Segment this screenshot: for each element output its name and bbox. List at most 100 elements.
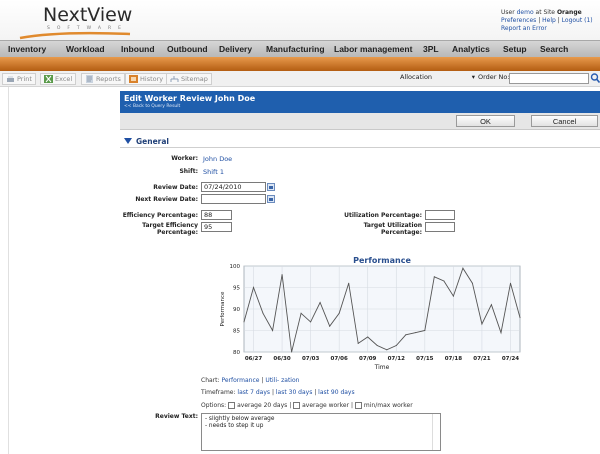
logo-subtitle: SOFTWARE xyxy=(47,26,128,31)
data-point xyxy=(424,330,426,331)
general-section-header[interactable]: General xyxy=(120,135,600,148)
chart-selector: Chart: Performance | Utili- zation xyxy=(201,377,300,384)
help-link[interactable]: Help xyxy=(542,17,556,24)
nav-inbound[interactable]: Inbound xyxy=(121,44,155,54)
shift-label: Shift: xyxy=(179,168,198,175)
timeframe-7-days-link[interactable]: last 7 days xyxy=(237,389,270,396)
average-20-days-checkbox[interactable] xyxy=(228,402,236,409)
review-date-input[interactable]: 07/24/2010 xyxy=(201,182,266,192)
worker-label: Worker: xyxy=(171,155,198,162)
x-tick-label: 07/06 xyxy=(331,356,348,362)
worker-value[interactable]: John Doe xyxy=(203,155,232,163)
nav-setup[interactable]: Setup xyxy=(503,44,527,54)
nav-workload[interactable]: Workload xyxy=(66,44,105,54)
min-max-worker-checkbox[interactable] xyxy=(354,402,362,409)
data-point xyxy=(281,274,283,276)
logo-text: NextView xyxy=(43,4,133,26)
y-tick-label: 95 xyxy=(233,286,240,292)
data-point xyxy=(490,304,492,306)
data-point xyxy=(310,321,312,323)
nextview-logo: NextView SOFTWARE xyxy=(18,4,138,40)
target-efficiency-label: Target Efficiency Percentage: xyxy=(142,222,198,236)
main-nav: Inventory Workload Inbound Outbound Deli… xyxy=(0,40,600,57)
x-tick-label: 07/03 xyxy=(302,356,319,362)
target-utilization-input[interactable] xyxy=(425,222,455,232)
calendar-icon[interactable] xyxy=(267,183,275,191)
user-name-link[interactable]: demo xyxy=(517,9,534,16)
data-point xyxy=(405,334,407,336)
data-point xyxy=(471,282,473,284)
collapse-triangle-icon xyxy=(124,138,132,144)
panel-header: Edit Worker Review John Doe << Back to Q… xyxy=(120,91,600,113)
data-point xyxy=(319,302,321,304)
back-to-query-link[interactable]: << Back to Query Result xyxy=(124,104,596,109)
data-point xyxy=(509,282,511,284)
timeframe-30-days-link[interactable]: last 30 days xyxy=(276,389,312,396)
data-point xyxy=(338,312,340,314)
x-axis-label: Time xyxy=(374,364,390,371)
timeframe-90-days-link[interactable]: last 90 days xyxy=(318,389,354,396)
target-efficiency-input[interactable]: 95 xyxy=(201,222,232,232)
efficiency-input[interactable]: 88 xyxy=(201,210,232,220)
left-divider xyxy=(8,87,9,454)
data-point xyxy=(452,295,454,297)
data-point xyxy=(386,349,388,351)
reports-button[interactable]: Reports xyxy=(81,73,125,85)
data-point xyxy=(367,336,369,338)
nav-manufacturing[interactable]: Manufacturing xyxy=(266,44,325,54)
timeframe-selector: Timeframe: last 7 days | last 30 days | … xyxy=(201,389,355,396)
data-point xyxy=(376,345,378,347)
print-button[interactable]: Print xyxy=(2,73,36,85)
nav-labor-management[interactable]: Labor management xyxy=(334,44,412,54)
x-tick-label: 07/24 xyxy=(502,356,519,362)
nav-3pl[interactable]: 3PL xyxy=(423,44,439,54)
next-review-date-input[interactable] xyxy=(201,194,266,204)
shift-value[interactable]: Shift 1 xyxy=(203,168,224,176)
report-error-link[interactable]: Report an Error xyxy=(501,25,547,32)
excel-button[interactable]: Excel xyxy=(40,73,77,85)
calendar-icon[interactable] xyxy=(267,195,275,203)
history-button[interactable]: History xyxy=(125,73,168,85)
nav-analytics[interactable]: Analytics xyxy=(452,44,490,54)
performance-chart: 100 95 90 85 80 06/27 06/30 07/03 07/06 07/09 07/1… xyxy=(200,252,535,372)
preferences-link[interactable]: Preferences xyxy=(501,17,536,24)
review-text-area[interactable]: - slightly below average - needs to step… xyxy=(201,413,441,451)
review-date-label: Review Date: xyxy=(153,184,198,191)
user-info: User demo at Site Orange xyxy=(501,9,582,16)
allocation-select[interactable]: Allocation ▾ xyxy=(400,73,475,84)
data-point xyxy=(329,325,331,327)
excel-icon xyxy=(44,75,53,83)
chart-performance-link[interactable]: Performance xyxy=(221,377,259,384)
app-header: NextView SOFTWARE User demo at Site Oran… xyxy=(0,0,600,40)
nav-outbound[interactable]: Outbound xyxy=(167,44,208,54)
x-tick-label: 07/15 xyxy=(416,356,433,362)
logout-link[interactable]: Logout (1) xyxy=(562,17,593,24)
data-point xyxy=(253,287,255,288)
cancel-button[interactable]: Cancel xyxy=(531,115,598,127)
nav-inventory[interactable]: Inventory xyxy=(8,44,46,54)
utilization-input[interactable] xyxy=(425,210,455,220)
site-name: Orange xyxy=(556,9,582,16)
scrollbar[interactable] xyxy=(432,414,440,450)
data-point xyxy=(243,321,245,323)
data-point xyxy=(262,312,264,314)
user-links: User demo at Site Orange Preferences | H… xyxy=(501,9,593,32)
chart-title: Performance xyxy=(353,256,411,265)
data-point xyxy=(300,312,302,314)
order-no-input[interactable] xyxy=(509,73,589,84)
average-worker-checkbox[interactable] xyxy=(293,402,301,409)
ok-button[interactable]: OK xyxy=(456,115,515,127)
nav-search[interactable]: Search xyxy=(540,44,568,54)
sitemap-button[interactable]: Sitemap xyxy=(166,73,212,85)
history-icon xyxy=(129,75,138,83)
nav-delivery[interactable]: Delivery xyxy=(219,44,252,54)
next-review-date-label: Next Review Date: xyxy=(135,196,198,203)
chart-utilization-link[interactable]: Utili- zation xyxy=(265,377,299,384)
data-point xyxy=(348,282,350,284)
x-tick-label: 07/09 xyxy=(359,356,376,362)
chevron-down-icon: ▾ xyxy=(471,73,475,81)
data-point xyxy=(291,351,293,353)
data-point xyxy=(500,332,502,334)
review-text-label: Review Text: xyxy=(155,413,198,420)
search-icon[interactable] xyxy=(590,72,600,84)
